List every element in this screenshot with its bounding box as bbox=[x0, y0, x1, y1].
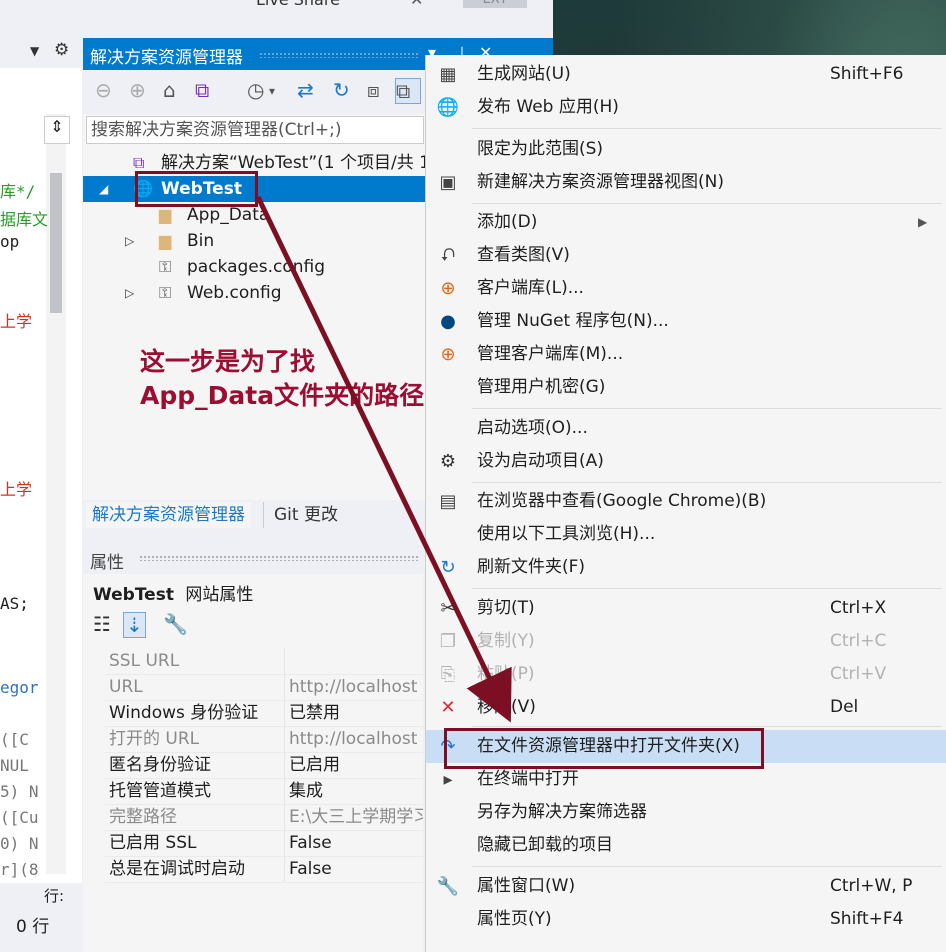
arrow-line bbox=[255, 195, 512, 723]
annotation-arrow bbox=[255, 195, 512, 723]
